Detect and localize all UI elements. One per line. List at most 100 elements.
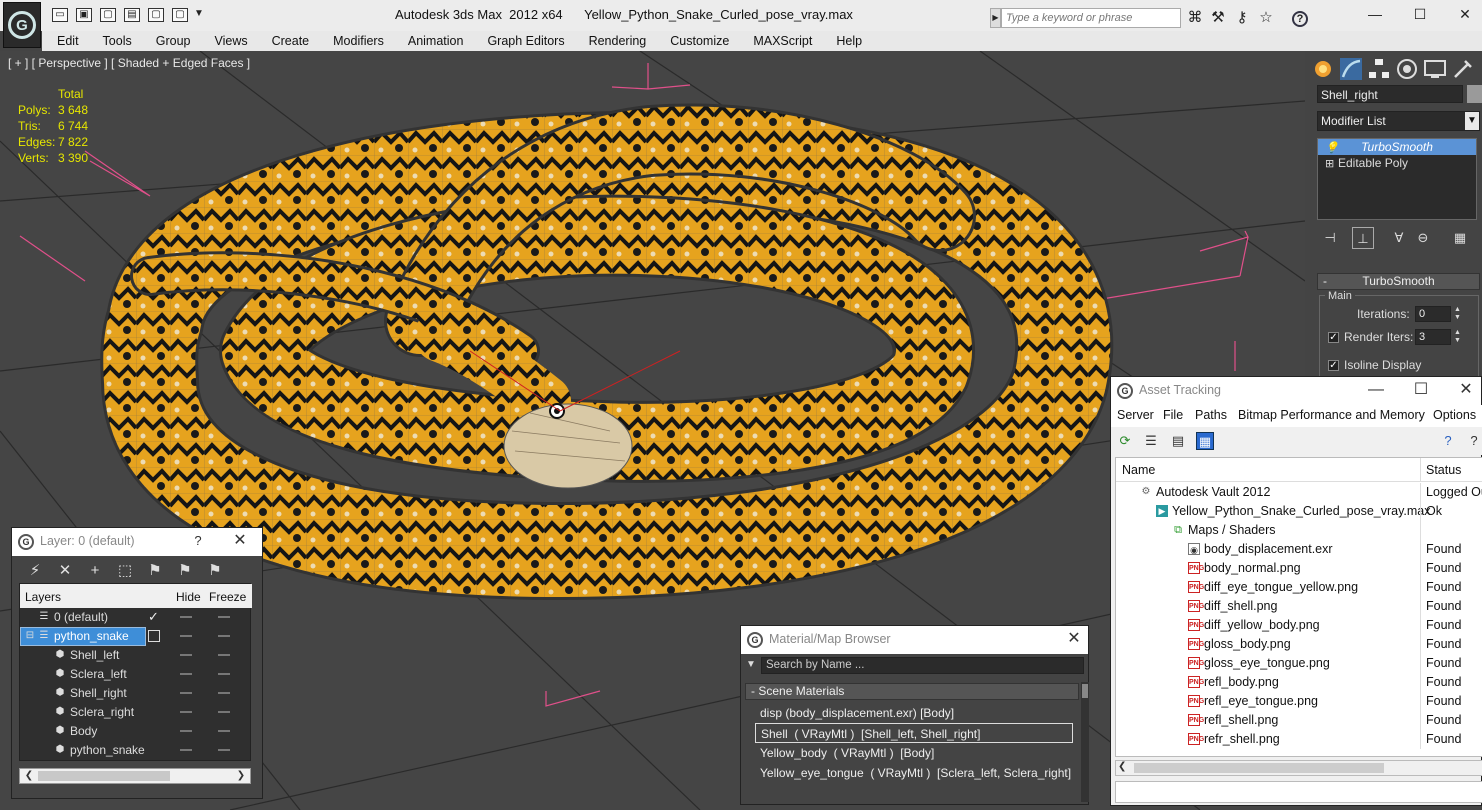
close-icon[interactable]: ✕ <box>1064 629 1084 649</box>
browser-options-dropdown-icon[interactable]: ▼ <box>746 659 756 670</box>
menu-views[interactable]: Views <box>199 34 256 48</box>
render-iters-checkbox[interactable]: ✓ <box>1328 332 1339 343</box>
search-expand-icon[interactable]: ▶ <box>990 8 1001 28</box>
binoculars-icon[interactable]: ⌘ <box>1185 8 1205 28</box>
freeze-toggle[interactable] <box>218 730 230 732</box>
save-icon[interactable]: ▣ <box>76 8 92 22</box>
freeze-toggle[interactable] <box>218 635 230 637</box>
table-row[interactable]: PNG refl_body.png Found <box>1116 673 1482 692</box>
column-hide[interactable]: Hide <box>176 590 201 604</box>
create-tab-icon[interactable] <box>1310 56 1336 82</box>
stack-item-editable-poly[interactable]: ⊞ Editable Poly <box>1318 155 1476 171</box>
hide-toggle[interactable] <box>180 749 192 751</box>
list-view-icon[interactable]: ☰ <box>1142 432 1160 450</box>
material-item[interactable]: Yellow_eye_tongue ( VRayMtl ) [Sclera_le… <box>755 763 1073 783</box>
freeze-toggle[interactable] <box>218 711 230 713</box>
column-name[interactable]: Name <box>1122 463 1155 477</box>
scene-materials-header[interactable]: - Scene Materials <box>745 683 1079 700</box>
asset-tracking-title-bar[interactable]: G Asset Tracking — ☐ ✕ <box>1111 377 1481 405</box>
help-icon[interactable]: ? <box>1290 8 1310 28</box>
key-icon[interactable]: ⚷ <box>1232 8 1252 28</box>
table-row[interactable]: PNG diff_yellow_body.png Found <box>1116 616 1482 635</box>
refresh-icon[interactable]: ⟳ <box>1116 432 1134 450</box>
freeze-toggle[interactable] <box>218 654 230 656</box>
new-file-icon[interactable]: ▭ <box>52 8 68 22</box>
menu-maxscript[interactable]: MAXScript <box>738 34 821 48</box>
redo-icon[interactable]: ▢ <box>148 8 164 22</box>
layer-row[interactable]: ☰ 0 (default) ✓ <box>20 608 252 627</box>
add-to-layer-icon[interactable]: + <box>84 561 106 581</box>
hide-all-icon[interactable]: ⚑ <box>174 561 196 581</box>
menu-group[interactable]: Group <box>141 34 200 48</box>
column-freeze[interactable]: Freeze <box>209 590 246 604</box>
table-row[interactable]: ⚙ Autodesk Vault 2012 Logged Ou <box>1116 483 1482 502</box>
table-row[interactable]: PNG refl_eye_tongue.png Found <box>1116 692 1482 711</box>
hold-icon[interactable]: ▢ <box>172 8 188 22</box>
table-row[interactable]: ⧉ Maps / Shaders <box>1116 521 1482 540</box>
menu-graph-editors[interactable]: Graph Editors <box>472 34 573 48</box>
material-item[interactable]: Shell ( VRayMtl ) [Shell_left, Shell_rig… <box>755 723 1073 743</box>
scroll-right-icon[interactable]: ❯ <box>234 769 248 783</box>
column-layers[interactable]: Layers <box>25 590 61 604</box>
menu-animation[interactable]: Animation <box>393 34 473 48</box>
viewport-label[interactable]: [ + ] [ Perspective ] [ Shaded + Edged F… <box>8 56 250 70</box>
quick-access-dropdown-icon[interactable]: ▼ <box>194 8 204 19</box>
hide-toggle[interactable] <box>180 730 192 732</box>
active-layer-check-icon[interactable]: ✓ <box>148 609 159 625</box>
collapse-icon[interactable]: - <box>1323 274 1327 289</box>
scrollbar-thumb[interactable] <box>1082 684 1088 698</box>
create-layer-icon[interactable]: ⚡ <box>24 561 46 581</box>
menu-help[interactable]: Help <box>821 34 871 48</box>
modifier-list-dropdown[interactable]: Modifier List ▼ <box>1317 111 1480 131</box>
utilities-tab-icon[interactable] <box>1450 56 1476 82</box>
undo-icon[interactable]: ▢ <box>100 8 116 22</box>
motion-tab-icon[interactable] <box>1394 56 1420 82</box>
material-browser-title-bar[interactable]: G Material/Map Browser ✕ <box>741 626 1088 654</box>
hide-toggle[interactable] <box>180 635 192 637</box>
menu-create[interactable]: Create <box>257 34 319 48</box>
menu-bitmap-performance[interactable]: Bitmap Performance and Memory <box>1238 408 1425 422</box>
highlight-layer-icon[interactable]: ⚑ <box>144 561 166 581</box>
maximize-icon[interactable]: ☐ <box>1400 4 1440 24</box>
layer-row[interactable]: ⬢ Body <box>20 722 252 741</box>
asset-path-status-field[interactable] <box>1115 781 1482 803</box>
search-by-name-input[interactable]: Search by Name ... <box>761 657 1084 674</box>
maximize-icon[interactable]: ☐ <box>1411 380 1431 400</box>
help-icon[interactable]: ? <box>1439 432 1457 450</box>
table-row[interactable]: PNG refr_shell.png Found <box>1116 730 1482 749</box>
menu-modifiers[interactable]: Modifiers <box>318 34 393 48</box>
table-row[interactable]: PNG diff_eye_tongue_yellow.png Found <box>1116 578 1482 597</box>
freeze-all-icon[interactable]: ⚑ <box>204 561 226 581</box>
stack-item-turbosmooth[interactable]: 💡 TurboSmooth <box>1318 139 1476 155</box>
close-icon[interactable]: ✕ <box>230 531 250 551</box>
material-item[interactable]: Yellow_body ( VRayMtl ) [Body] <box>755 743 1073 763</box>
hide-toggle[interactable] <box>180 654 192 656</box>
table-row[interactable]: PNG body_normal.png Found <box>1116 559 1482 578</box>
project-folder-icon[interactable]: ▤ <box>124 8 140 22</box>
scroll-left-icon[interactable]: ❮ <box>1118 761 1126 772</box>
make-unique-icon[interactable]: ∀ <box>1388 227 1410 249</box>
iterations-spinner[interactable]: 0 <box>1415 306 1451 322</box>
collapse-icon[interactable]: ⊟ <box>24 630 36 642</box>
menu-edit[interactable]: Edit <box>42 34 88 48</box>
spinner-arrows-icon[interactable]: ▲ ▼ <box>1453 306 1462 322</box>
layer-row[interactable]: ⬢ Sclera_left <box>20 665 252 684</box>
minimize-icon[interactable]: — <box>1366 380 1386 400</box>
menu-paths[interactable]: Paths <box>1195 408 1227 422</box>
context-help-icon[interactable]: ? <box>1465 432 1482 450</box>
menu-file[interactable]: File <box>1163 408 1183 422</box>
table-row[interactable]: PNG gloss_eye_tongue.png Found <box>1116 654 1482 673</box>
menu-server[interactable]: Server <box>1117 408 1154 422</box>
freeze-toggle[interactable] <box>218 749 230 751</box>
display-tab-icon[interactable] <box>1422 56 1448 82</box>
menu-tools[interactable]: Tools <box>88 34 141 48</box>
thumbnail-view-icon[interactable]: ▤ <box>1169 432 1187 450</box>
configure-sets-icon[interactable]: ▦ <box>1449 227 1471 249</box>
close-icon[interactable]: ✕ <box>1456 380 1476 400</box>
isoline-display-checkbox[interactable]: ✓ <box>1328 360 1339 371</box>
scroll-left-icon[interactable]: ❮ <box>22 769 36 783</box>
column-divider[interactable] <box>1420 458 1421 482</box>
freeze-toggle[interactable] <box>218 692 230 694</box>
modify-tab-icon[interactable] <box>1338 56 1364 82</box>
menu-customize[interactable]: Customize <box>655 34 738 48</box>
